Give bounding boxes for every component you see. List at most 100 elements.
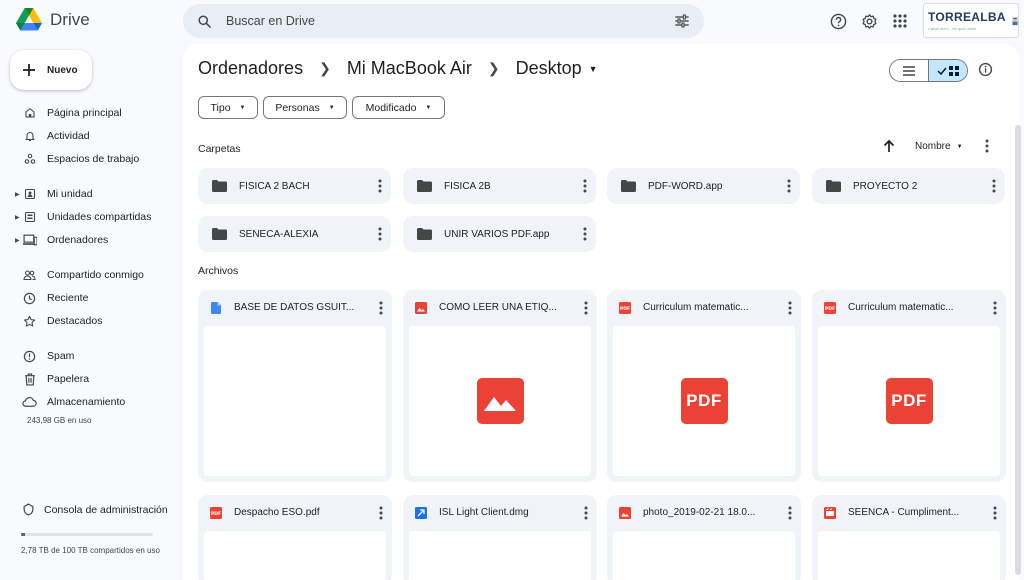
profile-subtitle: Carpe diem - ne quid nimis [928,26,976,31]
section-folders-label: Carpetas [198,143,241,155]
help-icon[interactable] [828,11,848,31]
file-card[interactable]: photo_2019-02-21 18.0... [607,495,801,580]
sidebar-item-storage[interactable]: Almacenamiento [0,392,180,412]
breadcrumb-macbook[interactable]: Mi MacBook Air [347,58,472,79]
breadcrumb-desktop[interactable]: Desktop [516,58,582,79]
sort-direction-arrow-icon[interactable] [883,139,895,153]
sidebar-item-shared-with-me[interactable]: Compartido conmigo [0,265,180,285]
sidebar-item-trash[interactable]: Papelera [0,369,180,389]
more-vert-icon[interactable] [787,179,791,193]
file-card[interactable]: BASE DE DATOS GSUIT... [198,290,392,482]
sidebar-item-my-drive[interactable]: ▶ Mi unidad [0,184,180,204]
drive-logo[interactable]: Drive [16,8,90,31]
more-vert-icon[interactable] [993,506,997,520]
more-vert-icon[interactable] [378,227,382,241]
breadcrumb-computers[interactable]: Ordenadores [198,58,303,79]
caret-down-icon: ▼ [425,104,432,111]
file-card[interactable]: PDF Curriculum matematic... PDF [812,290,1006,482]
sidebar-item-recent[interactable]: Reciente [0,288,180,308]
more-vert-icon[interactable] [584,301,588,315]
workspaces-icon [22,152,37,167]
folder-card[interactable]: SENECA-ALEXIA [198,216,391,252]
folder-icon [417,228,432,240]
caret-down-icon[interactable]: ▼ [589,64,598,74]
folder-icon [212,228,227,240]
file-card[interactable]: ISL Light Client.dmg [403,495,597,580]
list-icon [903,65,915,76]
caret-down-icon: ▼ [328,104,335,111]
more-vert-icon[interactable] [583,179,587,193]
shared-drives-icon [22,210,37,225]
expand-arrow-icon[interactable]: ▶ [15,191,20,198]
expand-arrow-icon[interactable]: ▶ [15,237,20,244]
avatar[interactable] [1011,9,1018,33]
more-vert-icon[interactable] [379,506,383,520]
sidebar-item-shared-drives[interactable]: ▶ Unidades compartidas [0,207,180,227]
svg-text:PDF: PDF [211,511,221,517]
admin-console-link[interactable]: Consola de administración [22,503,168,516]
apps-grid-icon[interactable] [890,11,910,31]
storage-progress-fill [21,533,25,536]
my-drive-icon [22,187,37,202]
cloud-icon [22,395,37,410]
check-icon [937,67,947,75]
sidebar-item-activity[interactable]: Actividad [0,126,180,146]
app-name: Drive [50,9,90,29]
search-input[interactable] [226,14,674,28]
view-toggle [889,59,968,82]
folder-card[interactable]: PROYECTO 2 [812,168,1005,204]
filter-type[interactable]: Tipo ▼ [198,96,258,119]
more-vert-icon[interactable] [378,179,382,193]
chevron-right-icon: ❯ [487,60,500,76]
search-bar[interactable] [183,4,704,38]
more-vert-icon[interactable] [993,301,997,315]
file-thumbnail: PDF [613,326,795,476]
caret-down-icon: ▼ [956,143,963,150]
file-card[interactable]: PDF Despacho ESO.pdf [198,495,392,580]
folder-card[interactable]: FISICA 2B [403,168,596,204]
more-vert-icon[interactable] [788,506,792,520]
vertical-scrollbar[interactable] [1015,125,1021,575]
more-vert-icon[interactable] [985,139,989,153]
main-content: Ordenadores ❯ Mi MacBook Air ❯ Desktop ▼… [183,44,1019,580]
more-vert-icon[interactable] [584,506,588,520]
bell-icon [22,129,37,144]
google-doc-icon [211,302,221,314]
more-vert-icon[interactable] [992,179,996,193]
filter-modified[interactable]: Modificado ▼ [352,96,445,119]
sort-by-button[interactable]: Nombre ▼ [915,141,963,152]
folder-card[interactable]: UNIR VARIOS PDF.app [403,216,596,252]
pdf-file-icon: PDF [210,507,222,519]
drive-logo-icon [16,8,42,31]
account-profile[interactable]: TORREALBA Carpe diem - ne quid nimis [923,3,1019,38]
folder-card[interactable]: PDF-WORD.app [607,168,800,204]
list-view-button[interactable] [890,60,928,81]
section-files-label: Archivos [198,265,239,277]
search-icon[interactable] [197,14,212,29]
file-thumbnail [204,326,386,476]
new-button[interactable]: Nuevo [10,50,92,90]
file-thumbnail [409,326,591,476]
sidebar-item-spam[interactable]: Spam [0,346,180,366]
settings-gear-icon[interactable] [859,11,879,31]
file-card[interactable]: PDF Curriculum matematic... PDF [607,290,801,482]
sidebar-item-home[interactable]: Página principal [0,103,180,123]
file-card[interactable]: SEENCA - Cumpliment... [812,495,1006,580]
sidebar-item-starred[interactable]: Destacados [0,311,180,331]
expand-arrow-icon[interactable]: ▶ [15,214,20,221]
more-vert-icon[interactable] [379,301,383,315]
info-icon[interactable] [978,62,993,77]
sidebar-item-computers[interactable]: ▶ Ordenadores [0,230,180,250]
new-button-label: Nuevo [47,64,78,76]
more-vert-icon[interactable] [788,301,792,315]
filter-people[interactable]: Personas ▼ [263,96,347,119]
pdf-file-icon: PDF [619,302,631,314]
plus-icon [23,64,35,76]
sidebar-item-workspaces[interactable]: Espacios de trabajo [0,149,180,169]
grid-view-button[interactable] [928,60,967,81]
search-options-icon[interactable] [674,14,690,28]
file-card[interactable]: COMO LEER UNA ETIQ... [403,290,597,482]
pdf-placeholder-icon: PDF [680,378,728,424]
more-vert-icon[interactable] [583,227,587,241]
folder-card[interactable]: FISICA 2 BACH [198,168,391,204]
